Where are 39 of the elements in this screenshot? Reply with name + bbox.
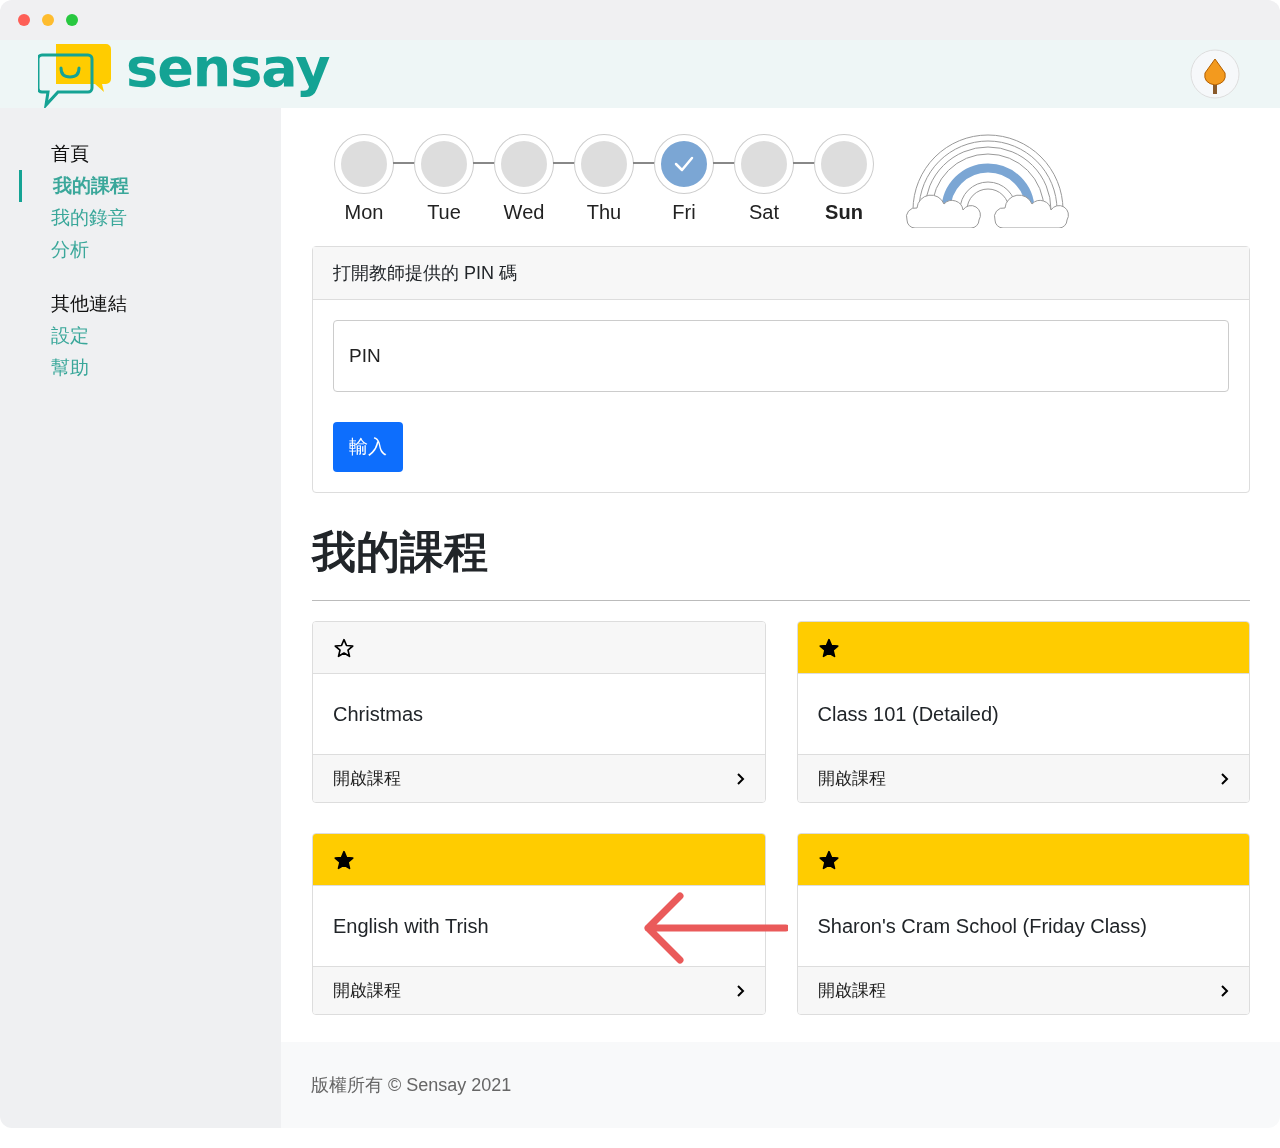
close-window-button[interactable] [18,14,30,26]
star-icon[interactable] [818,849,839,870]
day-label: Wed [503,200,545,224]
day-label: Fri [672,200,696,224]
day-label: Sat [749,200,779,224]
day-label: Sun [825,200,863,224]
sidebar-heading: 其他連結 [50,292,128,316]
open-course-link[interactable]: 開啟課程 [313,966,765,1014]
sidebar-link[interactable]: 分析 [19,234,281,266]
brand-name: sensay [126,35,330,99]
speech-bubbles-icon [38,44,114,110]
star-icon[interactable] [334,637,354,658]
page-heading: 我的課程 [312,526,489,578]
enter-button[interactable]: 輸入 [333,422,403,472]
star-icon[interactable] [818,637,839,658]
pin-input-field[interactable]: PIN [333,320,1229,392]
copyright-text: 版權所有 © Sensay 2021 [311,1074,512,1097]
chevron-right-icon [734,983,747,998]
chevron-right-icon [734,771,747,786]
day-label: Tue [427,200,461,224]
sidebar-link[interactable]: 我的錄音 [19,202,281,234]
star-icon[interactable] [334,849,354,870]
course-name: English with Trish [333,914,489,938]
panel-title: 打開教師提供的 PIN 碼 [313,247,1249,300]
day-label: Thu [586,200,622,224]
open-course-link[interactable]: 開啟課程 [313,754,765,802]
sidebar-link[interactable]: 設定 [19,320,281,352]
open-course-link[interactable]: 開啟課程 [797,966,1249,1014]
sidebar-link[interactable]: 幫助 [19,352,281,384]
avatar-icon[interactable] [1190,49,1240,99]
course-name: Christmas [333,702,423,726]
chevron-right-icon [1219,983,1231,998]
chevron-right-icon [1219,771,1231,786]
day-label: Mon [344,200,384,224]
sidebar-link[interactable]: 我的課程 [19,170,281,202]
open-course-link[interactable]: 開啟課程 [797,754,1249,802]
course-name: Class 101 (Detailed) [817,702,999,726]
course-name: Sharon's Cram School (Friday Class) [817,914,1147,938]
sidebar-heading: 首頁 [50,142,90,166]
